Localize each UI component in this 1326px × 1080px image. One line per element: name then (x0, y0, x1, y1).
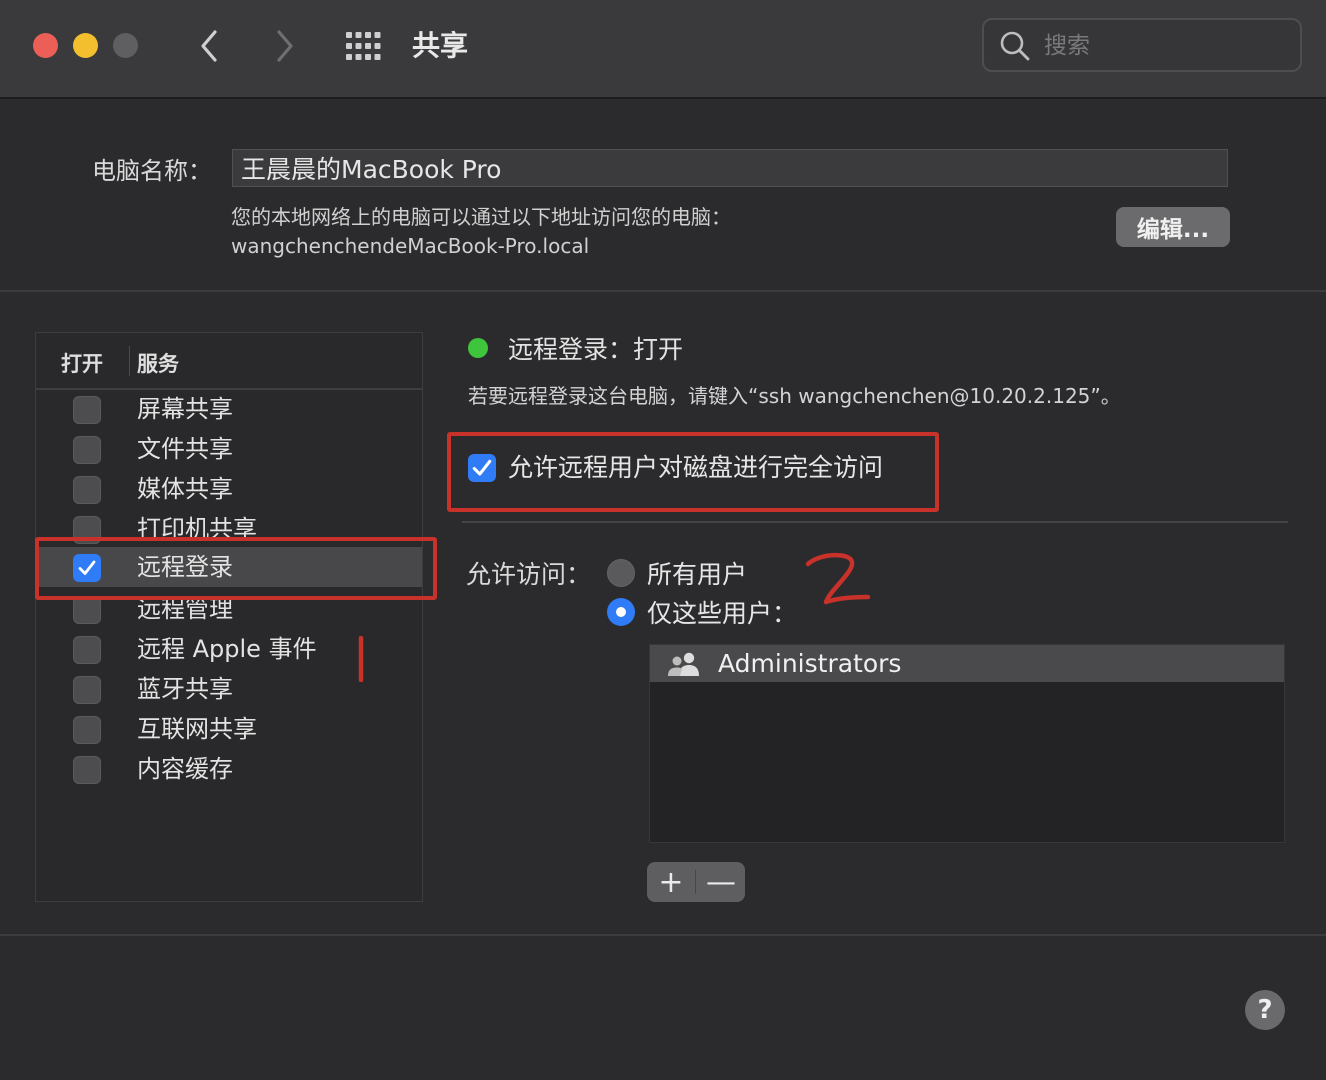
divider (462, 521, 1288, 523)
service-checkbox[interactable] (73, 756, 101, 784)
column-separator (129, 346, 130, 376)
status-text: 远程登录：打开 (508, 335, 684, 364)
service-checkbox[interactable] (73, 636, 101, 664)
chevron-left-icon (201, 30, 217, 62)
service-row-file-sharing[interactable]: 文件共享 (36, 429, 422, 469)
service-checkbox[interactable] (73, 476, 101, 504)
separator (695, 870, 696, 894)
service-label: 屏幕共享 (137, 395, 233, 423)
service-label: 文件共享 (137, 435, 233, 463)
service-row-content-caching[interactable]: 内容缓存 (36, 749, 422, 789)
help-button[interactable]: ? (1245, 990, 1285, 1030)
radio-only-these-users-label[interactable]: 仅这些用户： (647, 594, 797, 630)
add-user-button[interactable]: + (647, 862, 695, 902)
remove-user-button[interactable]: — (697, 862, 745, 902)
minimize-window-button[interactable] (73, 33, 98, 58)
search-icon (1000, 31, 1030, 61)
service-row-media-sharing[interactable]: 媒体共享 (36, 469, 422, 509)
local-address: wangchenchendeMacBook-Pro.local (231, 234, 590, 258)
service-checkbox[interactable] (73, 436, 101, 464)
service-row-screen-sharing[interactable]: 屏幕共享 (36, 389, 422, 429)
radio-all-users-label[interactable]: 所有用户 (647, 555, 747, 591)
computer-name-label: 电脑名称： (92, 157, 212, 185)
column-header-on[interactable]: 打开 (61, 348, 103, 378)
zoom-window-button[interactable] (113, 33, 138, 58)
service-label: 内容缓存 (137, 755, 233, 783)
address-info: 您的本地网络上的电脑可以通过以下地址访问您的电脑： wangchenchende… (231, 203, 731, 261)
user-group-icon (668, 652, 699, 676)
service-checkbox[interactable] (73, 676, 101, 704)
allow-access-label: 允许访问： (466, 560, 592, 589)
user-name: Administrators (718, 649, 902, 678)
list-item[interactable]: Administrators (650, 645, 1284, 682)
radio-all-users[interactable] (607, 559, 635, 587)
computer-name-input[interactable] (232, 149, 1228, 187)
service-label: 蓝牙共享 (137, 675, 233, 703)
service-label: 媒体共享 (137, 475, 233, 503)
service-checkbox[interactable] (73, 596, 101, 624)
chevron-right-icon (277, 30, 293, 62)
annotation-box-full-disk-access (447, 432, 939, 512)
back-button[interactable] (192, 26, 228, 66)
title-bar: 共享 (0, 0, 1326, 99)
annotation-box-remote-login (35, 537, 437, 600)
service-checkbox[interactable] (73, 716, 101, 744)
show-all-grid-icon[interactable] (344, 30, 384, 62)
annotation-handwritten-1 (358, 636, 364, 682)
service-checkbox[interactable] (73, 396, 101, 424)
address-info-text: 您的本地网络上的电脑可以通过以下地址访问您的电脑： (231, 205, 731, 229)
ssh-hint: 若要远程登录这台电脑，请键入“ssh wangchenchen@10.20.2.… (468, 384, 1121, 408)
forward-button[interactable] (266, 26, 302, 66)
service-row-internet-sharing[interactable]: 互联网共享 (36, 709, 422, 749)
column-header-service[interactable]: 服务 (137, 348, 179, 378)
annotation-handwritten-2 (805, 552, 871, 605)
edit-button[interactable]: 编辑... (1116, 207, 1230, 247)
status-indicator (468, 338, 488, 358)
add-remove-controls: + — (647, 862, 745, 902)
computer-name-section: 电脑名称： 您的本地网络上的电脑可以通过以下地址访问您的电脑： wangchen… (0, 99, 1326, 292)
service-label: 互联网共享 (137, 715, 257, 743)
radio-only-these-users[interactable] (607, 598, 635, 626)
window-title: 共享 (412, 29, 469, 62)
service-label: 远程 Apple 事件 (137, 635, 317, 663)
close-window-button[interactable] (33, 33, 58, 58)
services-list: 打开 服务 屏幕共享 文件共享 媒体共享 打印机共享 远程登录 远程管理 远程 … (35, 332, 423, 902)
search-input[interactable] (1042, 28, 1286, 64)
allowed-users-list[interactable]: Administrators (649, 644, 1285, 843)
search-field[interactable] (982, 18, 1302, 72)
bottom-divider (0, 934, 1326, 936)
services-list-header: 打开 服务 (36, 333, 422, 390)
